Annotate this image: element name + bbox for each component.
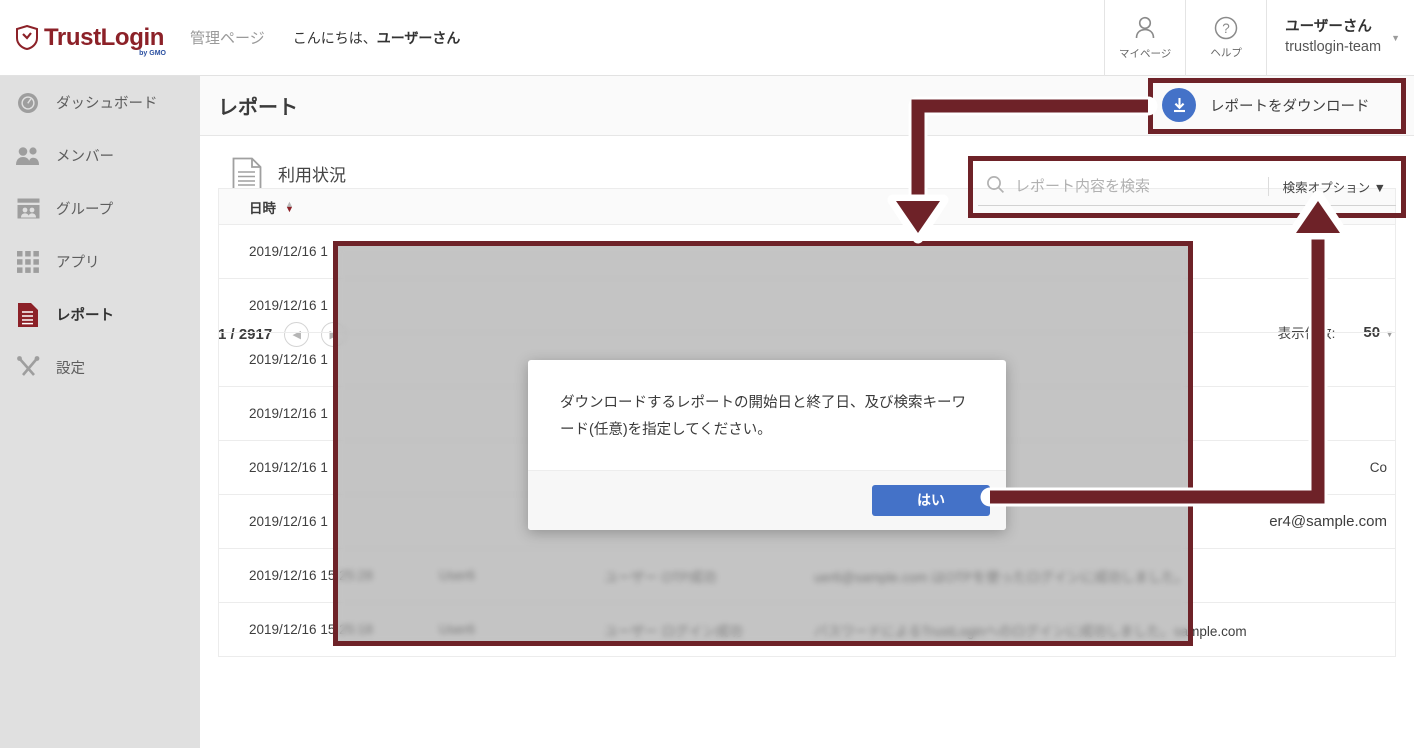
top-header: TrustLogin by GMO 管理ページ こんにちは、ユーザーさん マイペ… [0,0,1414,76]
column-header-date[interactable]: 日時 ▲▼ [219,197,439,217]
dialog-body: ダウンロードするレポートの開始日と終了日、及び検索キーワード(任意)を指定してく… [528,360,1006,470]
chevron-down-icon: ▼ [1374,181,1386,195]
download-confirm-dialog: ダウンロードするレポートの開始日と終了日、及び検索キーワード(任意)を指定してく… [528,360,1006,530]
sidebar-item-group[interactable]: グループ [0,182,200,235]
brand-logo[interactable]: TrustLogin by GMO [16,24,164,52]
column-header-label: 日時 [249,197,276,217]
help-label: ヘルプ [1210,45,1242,60]
download-report-button[interactable]: レポートをダウンロード [1162,88,1370,122]
confirm-yes-button[interactable]: はい [872,485,990,516]
chevron-down-icon: ▼ [1391,33,1400,43]
person-icon [1132,14,1158,42]
greeting-user: ユーザーさん [377,30,461,46]
brand-sub-label: by GMO [139,50,166,57]
report-document-icon [14,301,42,329]
sidebar-item-apps[interactable]: アプリ [0,235,200,288]
report-page: TrustLogin by GMO 管理ページ こんにちは、ユーザーさん マイペ… [0,0,1414,748]
search-bar: 検索オプション ▼ [978,168,1396,206]
greeting-prefix: こんにちは、 [293,30,377,46]
account-menu[interactable]: ユーザーさん trustlogin-team ▼ [1266,0,1414,76]
sidebar-item-label: ダッシュボード [56,92,158,113]
account-name: ユーザーさん [1285,18,1381,38]
members-icon [14,142,42,170]
greeting-text: こんにちは、ユーザーさん [293,28,461,48]
search-options-label: 検索オプション [1283,181,1371,195]
brand-name: TrustLogin by GMO [44,24,164,52]
sidebar-item-members[interactable]: メンバー [0,129,200,182]
sort-arrows-icon: ▲▼ [285,202,294,212]
search-icon [986,175,1005,199]
page-title: レポート [218,91,298,120]
sidebar-item-label: 設定 [56,357,85,378]
help-question-icon: ? [1213,15,1239,41]
sidebar-nav: ダッシュボード メンバー [0,76,200,748]
sidebar-item-label: レポート [56,304,114,325]
sidebar-item-label: アプリ [56,251,100,272]
mypage-button[interactable]: マイページ [1104,0,1185,76]
section-title: 利用状況 [278,161,346,186]
shield-icon [16,25,38,50]
tools-settings-icon [14,354,42,382]
help-button[interactable]: ? ヘルプ [1185,0,1266,76]
group-icon [14,195,42,223]
sidebar-item-report[interactable]: レポート [0,288,200,341]
apps-grid-icon [14,248,42,276]
brand-label: TrustLogin [44,24,164,51]
header-actions: マイページ ? ヘルプ ユーザーさん trustlogin-team ▼ [1104,0,1414,76]
sidebar-item-label: グループ [56,198,113,219]
sidebar-item-settings[interactable]: 設定 [0,341,200,394]
svg-text:?: ? [1222,21,1230,36]
download-report-label: レポートをダウンロード [1210,95,1370,116]
dialog-message: ダウンロードするレポートの開始日と終了日、及び検索キーワード(任意)を指定してく… [560,390,974,444]
search-options-dropdown[interactable]: 検索オプション ▼ [1268,177,1396,196]
download-circle-icon [1162,88,1196,122]
account-team: trustlogin-team [1285,38,1381,58]
sidebar-item-label: メンバー [56,145,114,166]
mypage-label: マイページ [1119,46,1171,61]
dashboard-icon [14,89,42,117]
search-input[interactable] [1015,178,1268,195]
admin-page-label: 管理ページ [190,27,265,48]
document-icon [232,157,262,191]
sidebar-item-dashboard[interactable]: ダッシュボード [0,76,200,129]
dialog-footer: はい [528,470,1006,530]
